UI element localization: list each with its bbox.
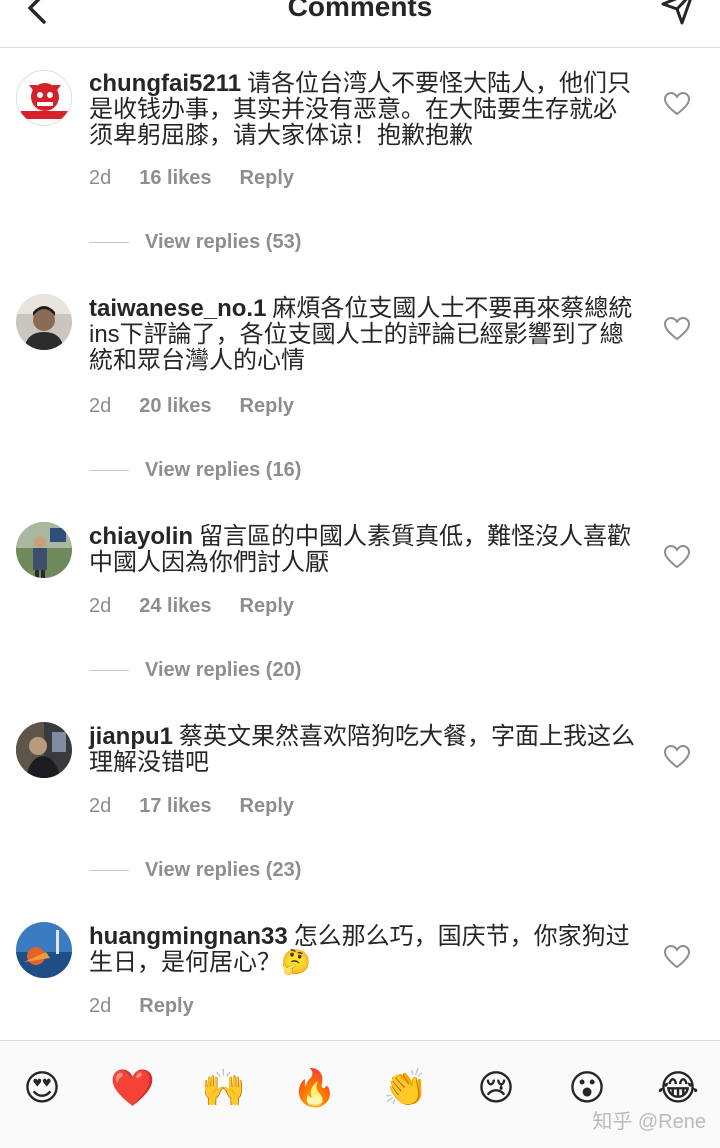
view-replies-button[interactable]: View replies (20) <box>89 659 301 682</box>
comment-text: taiwanese_no.1 麻煩各位支國人士不要再來蔡總統ins下評論了，各位支… <box>89 296 637 374</box>
comment-text: huangmingnan33 怎么那么巧，国庆节，你家狗过生日，是何居心？🤔 <box>89 924 637 976</box>
comment-text: chiayolin 留言區的中國人素質真低，難怪沒人喜歡中國人因為你們討人厭 <box>89 524 637 576</box>
view-replies-label: View replies (20) <box>145 659 302 681</box>
comment-meta: 2d 17 likes Reply <box>89 795 322 818</box>
divider <box>89 242 129 244</box>
avatar[interactable] <box>16 722 72 778</box>
comment-username[interactable]: taiwanese_no.1 <box>89 295 266 322</box>
view-replies-button[interactable]: View replies (23) <box>89 859 301 882</box>
avatar[interactable] <box>16 922 72 978</box>
emoji-raising-hands[interactable]: 🙌 <box>201 1067 246 1111</box>
comment-likes[interactable]: 20 likes <box>139 395 211 417</box>
avatar-photo-icon <box>16 722 72 778</box>
emoji-crying[interactable]: 😢 <box>474 1067 518 1111</box>
divider <box>89 870 129 872</box>
comment-meta: 2d Reply <box>89 995 222 1018</box>
avatar[interactable] <box>16 522 72 578</box>
comment-username[interactable]: chiayolin <box>89 523 193 550</box>
comment-likes[interactable]: 16 likes <box>139 167 211 189</box>
comment-meta: 2d 24 likes Reply <box>89 595 322 618</box>
comment-text: jianpu1 蔡英文果然喜欢陪狗吃大餐，字面上我这么理解没错吧 <box>89 724 637 776</box>
comment-time: 2d <box>89 795 112 817</box>
avatar-photo-icon <box>16 294 72 350</box>
comment-time: 2d <box>89 995 112 1017</box>
emoji-heart-eyes[interactable]: 😍 <box>20 1067 64 1111</box>
reply-button[interactable]: Reply <box>240 795 294 817</box>
comment-time: 2d <box>89 167 112 189</box>
like-heart-icon[interactable] <box>664 317 690 341</box>
comment-username[interactable]: huangmingnan33 <box>89 923 288 950</box>
view-replies-button[interactable]: View replies (16) <box>89 459 301 482</box>
like-heart-icon[interactable] <box>664 945 690 969</box>
comment-likes[interactable]: 17 likes <box>139 795 211 817</box>
divider <box>89 470 129 472</box>
page-title: Comments <box>287 0 433 22</box>
view-replies-label: View replies (16) <box>145 459 302 481</box>
comment-time: 2d <box>89 395 112 417</box>
comment-meta: 2d 16 likes Reply <box>89 167 322 190</box>
comments-header: Comments <box>0 0 720 48</box>
reply-button[interactable]: Reply <box>240 167 294 189</box>
emoji-fire[interactable]: 🔥 <box>292 1067 337 1111</box>
watermark: 知乎 @Rene <box>592 1111 706 1133</box>
avatar[interactable] <box>16 294 72 350</box>
avatar-toymachine-icon <box>17 71 71 125</box>
divider <box>89 670 129 672</box>
reply-button[interactable]: Reply <box>240 595 294 617</box>
comment-username[interactable]: jianpu1 <box>89 723 173 750</box>
send-icon[interactable] <box>660 0 696 26</box>
comment-text: chungfai5211 请各位台湾人不要怪大陆人，他们只是收钱办事，其实并没有恶… <box>89 71 637 149</box>
comment-meta: 2d 20 likes Reply <box>89 395 322 418</box>
view-replies-label: View replies (53) <box>145 231 302 253</box>
reply-button[interactable]: Reply <box>240 395 294 417</box>
reply-button[interactable]: Reply <box>139 995 193 1017</box>
avatar[interactable] <box>16 70 72 126</box>
comment-time: 2d <box>89 595 112 617</box>
emoji-bar: 😍 ❤️ 🙌 🔥 👏 😢 😮 😂 知乎 @Rene <box>0 1040 720 1148</box>
avatar-photo-icon <box>16 522 72 578</box>
like-heart-icon[interactable] <box>664 545 690 569</box>
emoji-red-heart[interactable]: ❤️ <box>110 1067 155 1111</box>
comment-username[interactable]: chungfai5211 <box>89 70 241 97</box>
like-heart-icon[interactable] <box>664 745 690 769</box>
emoji-clapping[interactable]: 👏 <box>383 1067 428 1111</box>
avatar-photo-icon <box>16 922 72 978</box>
comment-likes[interactable]: 24 likes <box>139 595 211 617</box>
like-heart-icon[interactable] <box>664 92 690 116</box>
view-replies-button[interactable]: View replies (53) <box>89 231 301 254</box>
view-replies-label: View replies (23) <box>145 859 302 881</box>
